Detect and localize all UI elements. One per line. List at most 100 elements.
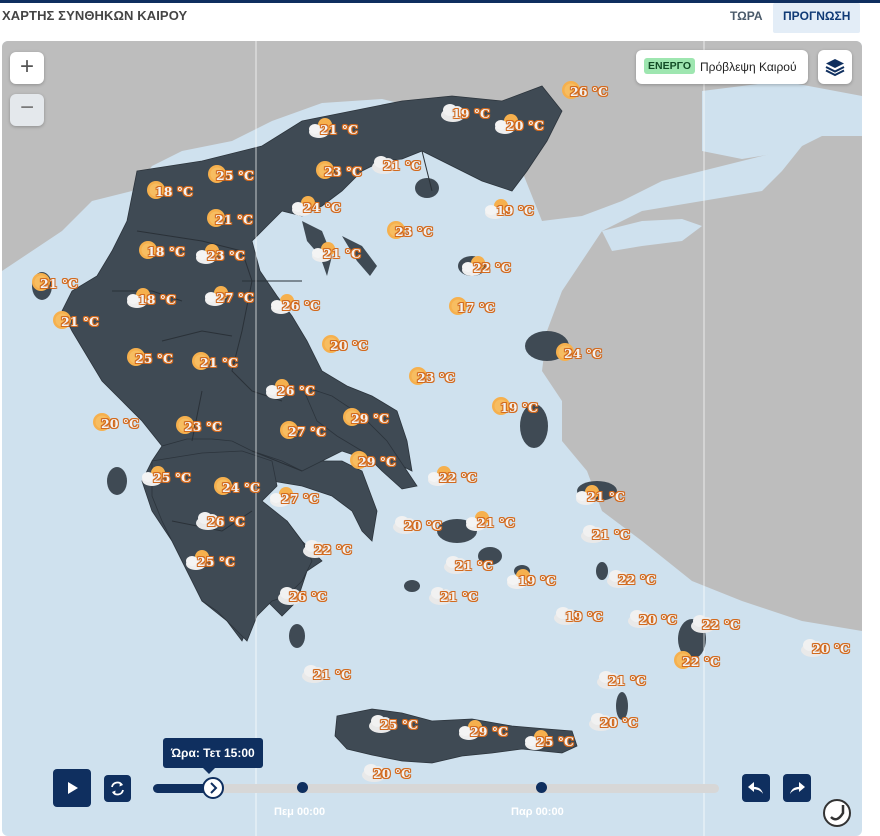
city-weather-marker[interactable]: 19 °C: [488, 394, 568, 424]
temperature-label: 20 °C: [373, 766, 411, 781]
timeline-track[interactable]: [153, 784, 719, 793]
city-weather-marker[interactable]: 23 °C: [312, 158, 392, 188]
city-weather-marker[interactable]: 23 °C: [195, 242, 275, 272]
city-weather-marker[interactable]: 29 °C: [346, 448, 426, 478]
layers-button[interactable]: [818, 50, 852, 84]
city-weather-marker[interactable]: 21 °C: [308, 116, 388, 146]
temperature-label: 25 °C: [380, 717, 418, 732]
city-weather-marker[interactable]: 26 °C: [195, 508, 275, 538]
temperature-label: 26 °C: [289, 589, 327, 604]
temperature-label: 24 °C: [303, 200, 341, 215]
temperature-label: 20 °C: [101, 416, 139, 431]
city-weather-marker[interactable]: 24 °C: [291, 194, 371, 224]
timeline-tick-friday[interactable]: [536, 782, 547, 793]
temperature-label: 24 °C: [222, 480, 260, 495]
city-weather-marker[interactable]: 27 °C: [269, 485, 349, 515]
next-button[interactable]: [783, 774, 811, 802]
city-weather-marker[interactable]: 20 °C: [318, 332, 398, 362]
timeline-tick-thursday[interactable]: [297, 782, 308, 793]
city-weather-marker[interactable]: 21 °C: [188, 349, 268, 379]
temperature-label: 19 °C: [565, 609, 603, 624]
play-icon: [68, 782, 78, 794]
city-weather-marker[interactable]: 26 °C: [270, 292, 350, 322]
city-weather-marker[interactable]: 22 °C: [461, 254, 541, 284]
city-weather-marker[interactable]: 18 °C: [126, 286, 206, 316]
temperature-label: 25 °C: [135, 351, 173, 366]
city-weather-marker[interactable]: 21 °C: [203, 206, 283, 236]
city-weather-marker[interactable]: 20 °C: [392, 512, 472, 542]
city-weather-marker[interactable]: 22 °C: [670, 648, 750, 678]
logo-icon: [823, 799, 851, 827]
city-weather-marker[interactable]: 25 °C: [141, 464, 221, 494]
previous-button[interactable]: [742, 774, 770, 802]
loop-button[interactable]: [104, 775, 131, 802]
city-weather-marker[interactable]: 21 °C: [428, 583, 508, 613]
temperature-label: 23 °C: [417, 370, 455, 385]
city-weather-marker[interactable]: 19 °C: [484, 197, 564, 227]
temperature-label: 21 °C: [200, 355, 238, 370]
temperature-label: 21 °C: [608, 673, 646, 688]
temperature-label: 22 °C: [473, 260, 511, 275]
city-weather-marker[interactable]: 21 °C: [301, 661, 381, 691]
zoom-in-button[interactable]: +: [10, 52, 44, 84]
temperature-label: 21 °C: [455, 558, 493, 573]
temperature-label: 17 °C: [457, 300, 495, 315]
temperature-label: 23 °C: [324, 164, 362, 179]
tab-forecast[interactable]: ΠΡΟΓΝΩΣΗ: [773, 3, 861, 33]
tick-label-friday: Παρ 00:00: [511, 806, 564, 818]
layer-name: Πρόβλεψη Καιρού: [700, 60, 797, 74]
chevron-right-icon: [210, 782, 218, 794]
temperature-label: 20 °C: [812, 641, 850, 656]
city-weather-marker[interactable]: 26 °C: [265, 377, 345, 407]
temperature-label: 22 °C: [314, 542, 352, 557]
temperature-label: 21 °C: [323, 246, 361, 261]
city-weather-marker[interactable]: 18 °C: [143, 178, 223, 208]
tab-now[interactable]: ΤΩΡΑ: [720, 3, 773, 33]
city-weather-marker[interactable]: 25 °C: [524, 728, 604, 758]
temperature-label: 24 °C: [564, 346, 602, 361]
city-weather-marker[interactable]: 26 °C: [277, 583, 357, 613]
temperature-label: 29 °C: [470, 724, 508, 739]
city-weather-marker[interactable]: 29 °C: [339, 405, 419, 435]
city-weather-marker[interactable]: 19 °C: [506, 567, 586, 597]
temperature-label: 27 °C: [288, 424, 326, 439]
city-weather-marker[interactable]: 22 °C: [606, 566, 686, 596]
play-button[interactable]: [53, 769, 91, 807]
city-weather-marker[interactable]: 21 °C: [49, 308, 129, 338]
city-weather-marker[interactable]: 26 °C: [558, 78, 638, 108]
temperature-label: 23 °C: [184, 419, 222, 434]
city-weather-marker[interactable]: 21 °C: [580, 521, 660, 551]
temperature-label: 18 °C: [155, 184, 193, 199]
reply-icon: [748, 782, 763, 794]
city-weather-marker[interactable]: 21 °C: [28, 270, 108, 300]
city-weather-marker[interactable]: 21 °C: [311, 240, 391, 270]
zoom-out-button[interactable]: −: [10, 94, 44, 126]
city-weather-marker[interactable]: 22 °C: [690, 611, 770, 641]
timeline-handle[interactable]: [202, 777, 224, 799]
temperature-label: 27 °C: [281, 491, 319, 506]
city-weather-marker[interactable]: 24 °C: [552, 340, 632, 370]
city-weather-marker[interactable]: 25 °C: [368, 711, 448, 741]
city-weather-marker[interactable]: 20 °C: [89, 410, 169, 440]
temperature-label: 21 °C: [313, 667, 351, 682]
active-layer-panel[interactable]: ΕΝΕΡΓΟ Πρόβλεψη Καιρού: [636, 50, 808, 84]
city-weather-marker[interactable]: 17 °C: [445, 294, 525, 324]
temperature-label: 20 °C: [330, 338, 368, 353]
city-weather-marker[interactable]: 20 °C: [494, 112, 574, 142]
city-weather-marker[interactable]: 23 °C: [383, 218, 463, 248]
city-weather-marker[interactable]: 25 °C: [185, 548, 265, 578]
city-weather-marker[interactable]: 19 °C: [553, 603, 633, 633]
temperature-label: 22 °C: [618, 572, 656, 587]
city-weather-marker[interactable]: 23 °C: [172, 413, 252, 443]
city-weather-marker[interactable]: 23 °C: [405, 364, 485, 394]
temperature-label: 20 °C: [600, 715, 638, 730]
city-weather-marker[interactable]: 21 °C: [465, 509, 545, 539]
city-weather-marker[interactable]: 21 °C: [596, 667, 676, 697]
repeat-icon: [111, 781, 124, 796]
city-weather-marker[interactable]: 21 °C: [575, 483, 655, 513]
city-weather-marker[interactable]: 22 °C: [302, 536, 382, 566]
city-weather-marker[interactable]: 22 °C: [427, 464, 507, 494]
city-weather-marker[interactable]: 20 °C: [800, 635, 880, 665]
temperature-label: 18 °C: [138, 292, 176, 307]
temperature-label: 21 °C: [320, 122, 358, 137]
